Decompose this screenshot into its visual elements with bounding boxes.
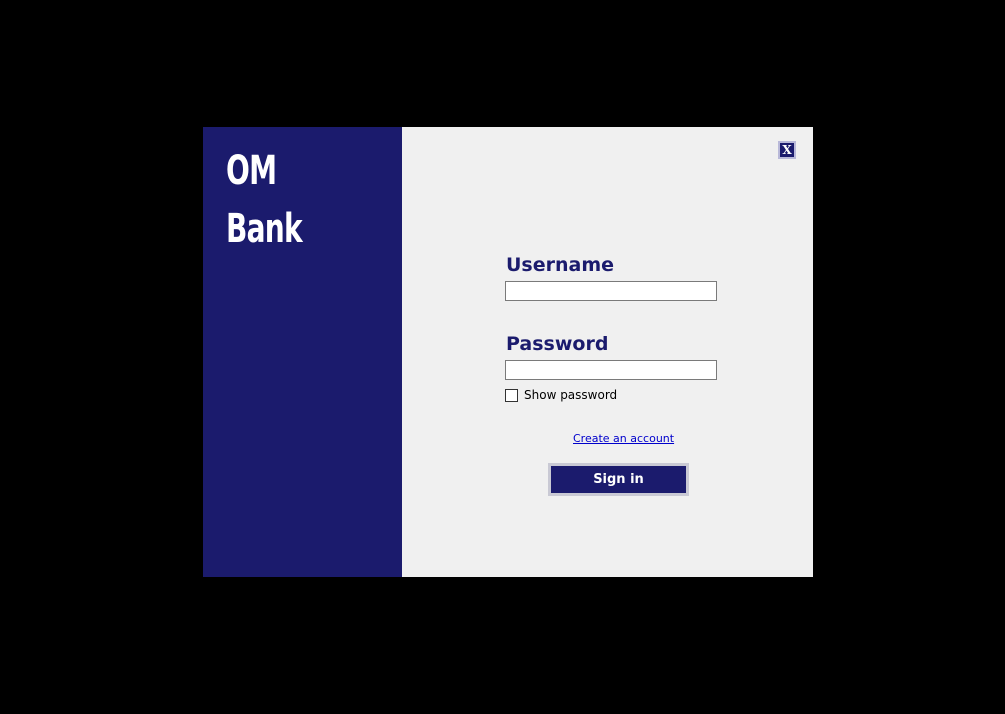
create-account-link[interactable]: Create an account (573, 432, 674, 445)
sign-in-button[interactable]: Sign in (548, 463, 689, 496)
brand-panel: OM Bank (203, 127, 402, 577)
close-button[interactable]: X (778, 141, 796, 159)
password-input[interactable] (505, 360, 717, 380)
password-label: Password (506, 333, 609, 355)
brand-name-line-2: Bank (226, 206, 303, 252)
login-window: OM Bank X Username Password Show passwor… (203, 127, 813, 577)
show-password-label[interactable]: Show password (524, 388, 617, 402)
show-password-toggle[interactable]: Show password (505, 388, 617, 402)
show-password-checkbox[interactable] (505, 388, 518, 402)
username-label: Username (506, 254, 615, 276)
brand-name-line-1: OM (226, 148, 277, 194)
username-input[interactable] (505, 281, 717, 301)
